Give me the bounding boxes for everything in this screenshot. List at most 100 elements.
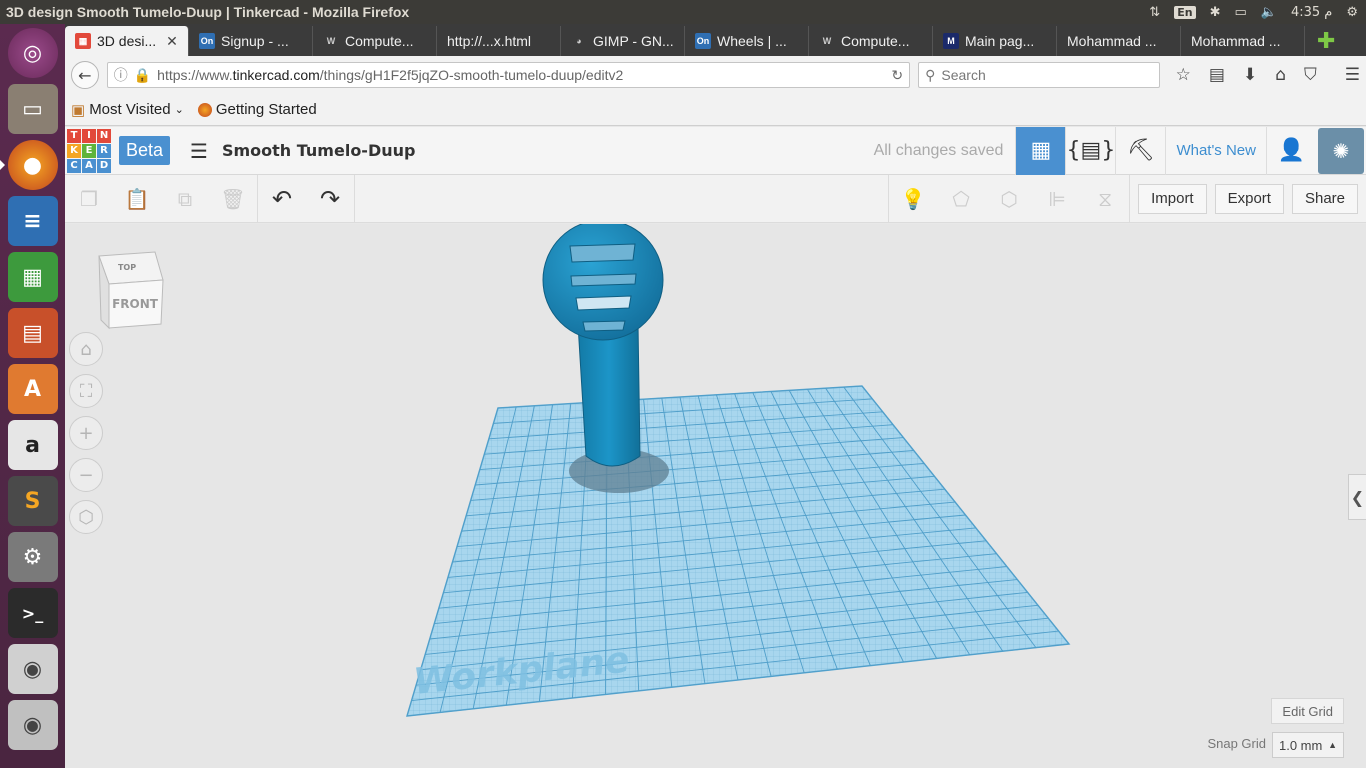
trash-icon: 🗑 (220, 186, 246, 211)
delete-button[interactable]: 🗑 (209, 175, 257, 223)
search-input[interactable]: ⚲ Search (918, 62, 1160, 88)
gimp-favicon-icon: ◕ (576, 36, 582, 46)
share-button[interactable]: Share (1291, 183, 1358, 214)
system-settings-icon[interactable]: ⚙ (7, 532, 58, 582)
project-name[interactable]: Smooth Tumelo-Duup (222, 141, 416, 160)
view-cube[interactable]: TOP FRONT (97, 250, 165, 330)
ubuntu-top-panel: 3D design Smooth Tumelo-Duup | Tinkercad… (0, 0, 1366, 24)
logo-letter: K (67, 143, 81, 158)
reload-icon[interactable]: ↻ (891, 67, 903, 84)
pocket-icon[interactable]: ⛉ (1304, 65, 1317, 85)
tinkercad-logo[interactable]: T I N K E R C A D (67, 128, 111, 173)
mirror-button[interactable]: ⧖ (1081, 175, 1129, 223)
tab-label: Signup - ... (221, 33, 289, 49)
codeblocks-button[interactable]: {▤} (1065, 126, 1115, 175)
bluetooth-icon[interactable]: ✱ (1210, 5, 1221, 20)
menu-icon[interactable]: ☰ (1345, 65, 1360, 85)
tab-signup[interactable]: On Signup - ... (189, 26, 313, 56)
edit-grid-button[interactable]: Edit Grid (1271, 698, 1344, 724)
info-icon[interactable]: ⓘ (114, 65, 128, 85)
mirror-icon: ⧖ (1098, 186, 1113, 211)
camera-icon[interactable]: ◉ (7, 644, 58, 694)
duplicate-button[interactable]: ⧉ (161, 175, 209, 223)
tab-label: http://...x.html (447, 33, 532, 49)
3d-viewport[interactable]: Workplane TOP FRONT ⌂ ⛶ + − ⬡ ❮ Edit Gri… (65, 224, 1366, 768)
impress-icon[interactable]: ▤ (7, 308, 58, 358)
writer-icon[interactable]: ≡ (7, 196, 58, 246)
show-all-button[interactable]: 💡 (889, 175, 937, 223)
tab-html[interactable]: http://...x.html (437, 26, 561, 56)
workplane[interactable]: Workplane (395, 374, 1085, 724)
tab-label: Compute... (345, 33, 414, 49)
url-text[interactable]: https://www.tinkercad.com/things/gH1F2f5… (157, 67, 885, 83)
group-button[interactable]: ⬠ (937, 175, 985, 223)
import-button[interactable]: Import (1138, 183, 1207, 214)
beta-badge[interactable]: Beta (119, 136, 171, 165)
fit-view-button[interactable]: ⛶ (69, 374, 103, 408)
battery-icon[interactable]: ▭ (1234, 5, 1246, 20)
undo-button[interactable]: ↶ (258, 175, 306, 223)
m-favicon-icon: M (943, 33, 959, 49)
paste-button[interactable]: 📋 (113, 175, 161, 223)
tab-wheels[interactable]: On Wheels | ... (685, 26, 809, 56)
align-button[interactable]: ⊫ (1033, 175, 1081, 223)
model-stem[interactable] (577, 323, 641, 467)
back-button[interactable]: ← (71, 61, 99, 89)
getting-started-bookmark[interactable]: Getting Started (197, 101, 317, 118)
files-icon[interactable]: ▭ (7, 84, 58, 134)
zoom-out-button[interactable]: − (69, 458, 103, 492)
volume-icon[interactable]: 🔈 (1261, 5, 1277, 20)
redo-icon: ↷ (319, 184, 341, 213)
new-tab-button[interactable]: ✚ (1305, 26, 1347, 56)
home-view-button[interactable]: ⌂ (69, 332, 103, 366)
keyboard-layout-indicator[interactable]: En (1174, 5, 1196, 19)
shapes-panel-toggle[interactable]: ❮ (1348, 474, 1366, 520)
tab-mohammad-2[interactable]: Mohammad ... (1181, 26, 1305, 56)
tab-compute-1[interactable]: W Compute... (313, 26, 437, 56)
tab-gimp[interactable]: ◕ GIMP - GN... (561, 26, 685, 56)
tab-label: Wheels | ... (717, 33, 787, 49)
terminal-icon[interactable]: >_ (7, 588, 58, 638)
scanner-icon[interactable]: ◉ (7, 700, 58, 750)
tab-label: Mohammad ... (1191, 33, 1281, 49)
gear-icon[interactable]: ⚙ (1346, 5, 1358, 20)
snap-grid-select[interactable]: 1.0 mm ▲ (1272, 732, 1344, 758)
home-icon[interactable]: ⌂ (1275, 65, 1286, 85)
url-bar[interactable]: ⓘ 🔒 https://www.tinkercad.com/things/gH1… (106, 62, 911, 88)
zoom-in-button[interactable]: + (69, 416, 103, 450)
calc-icon[interactable]: ▦ (7, 252, 58, 302)
firefox-icon[interactable]: ● (0, 140, 58, 190)
tab-main-page[interactable]: M Main pag... (933, 26, 1057, 56)
tab-tinkercad[interactable]: ▦ 3D desi... ✕ (65, 26, 189, 56)
bookmark-star-icon[interactable]: ☆ (1176, 65, 1191, 85)
close-icon[interactable]: ✕ (166, 33, 178, 50)
clock[interactable]: 4:35 م (1291, 5, 1332, 20)
3d-view-button[interactable]: ▦ (1015, 126, 1066, 175)
add-user-button[interactable]: 👤 (1266, 126, 1316, 175)
download-icon[interactable]: ⬇ (1243, 65, 1257, 85)
scene-canvas[interactable]: Workplane (65, 224, 1366, 768)
copy-button[interactable]: ❐ (65, 175, 113, 223)
minecraft-button[interactable]: ⛏ (1115, 126, 1165, 175)
search-placeholder: Search (941, 67, 986, 83)
whats-new-link[interactable]: What's New (1165, 126, 1266, 175)
sublime-text-icon[interactable]: S (7, 476, 58, 526)
export-button[interactable]: Export (1214, 183, 1284, 214)
amazon-icon[interactable]: a (7, 420, 58, 470)
avatar[interactable]: ✺ (1318, 127, 1364, 174)
tab-label: GIMP - GN... (593, 33, 674, 49)
ungroup-button[interactable]: ⬡ (985, 175, 1033, 223)
minus-icon: − (78, 464, 94, 486)
most-visited-folder[interactable]: ▣ Most Visited ⌄ (71, 101, 184, 119)
perspective-button[interactable]: ⬡ (69, 500, 103, 534)
design-list-icon[interactable]: ☰ (190, 139, 208, 163)
network-arrows-icon[interactable]: ⇅ (1149, 5, 1160, 20)
tab-compute-2[interactable]: W Compute... (809, 26, 933, 56)
software-center-icon[interactable]: A (7, 364, 58, 414)
redo-button[interactable]: ↷ (306, 175, 354, 223)
ubuntu-dash-icon[interactable]: ◎ (7, 28, 58, 78)
search-icon: ⚲ (925, 66, 936, 83)
home-icon: ⌂ (80, 338, 92, 360)
tab-mohammad-1[interactable]: Mohammad ... (1057, 26, 1181, 56)
reading-list-icon[interactable]: ▤ (1209, 65, 1225, 85)
